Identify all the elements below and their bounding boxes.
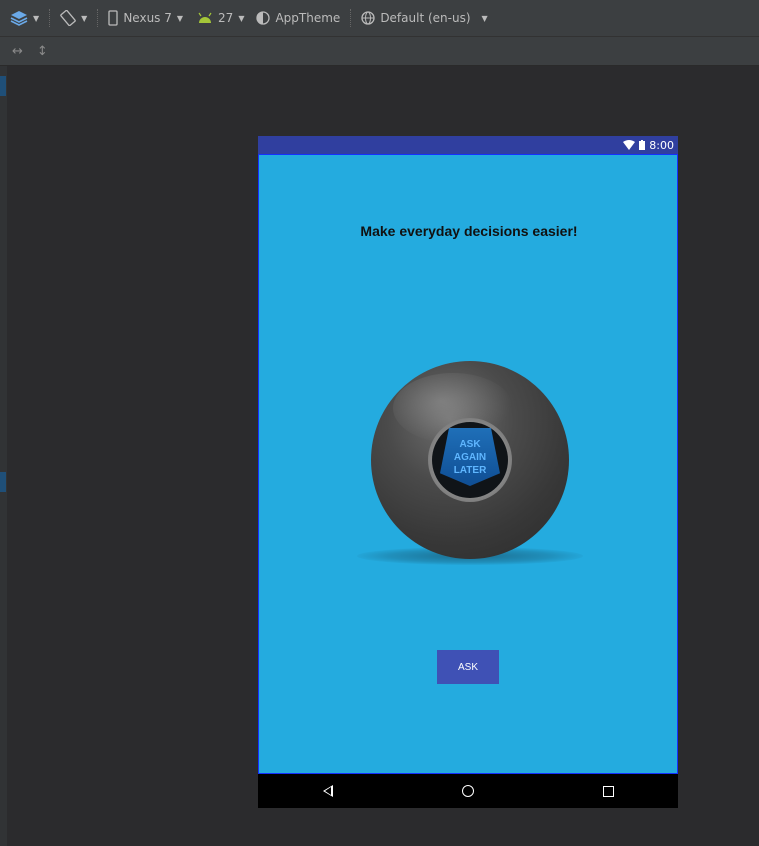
status-time: 8:00	[649, 138, 674, 152]
horizontal-resize-icon[interactable]: ↔	[12, 44, 23, 59]
left-marker	[0, 472, 6, 492]
answer-line: LATER	[453, 465, 487, 476]
designer-toolbar: ▼ ▼ Nexus 7 ▼ 27 ▼ AppTheme Default (en-…	[0, 0, 759, 37]
chevron-down-icon: ▼	[238, 13, 245, 23]
toolbar-divider	[350, 9, 352, 27]
layers-dropdown[interactable]: ▼	[0, 10, 43, 26]
wifi-icon	[623, 140, 636, 150]
rotate-device-icon	[60, 10, 76, 26]
device-preview: 8:00 Make everyday decisions easier! ASK…	[258, 136, 678, 808]
toolbar-divider	[97, 9, 99, 27]
resize-toolbar: ↔ ↕	[0, 37, 759, 66]
ask-button[interactable]: ASK	[437, 650, 499, 684]
battery-icon	[639, 140, 646, 150]
globe-icon	[361, 11, 375, 25]
ball-window-ring: ASK AGAIN LATER	[428, 418, 512, 502]
theme-label: AppTheme	[275, 11, 341, 25]
chevron-down-icon: ▼	[481, 13, 488, 23]
vertical-resize-icon[interactable]: ↕	[37, 44, 48, 59]
api-level-label: 27	[218, 11, 234, 25]
answer-line: ASK	[459, 439, 481, 450]
phone-icon	[108, 10, 118, 26]
recent-apps-icon[interactable]	[602, 785, 614, 797]
chevron-down-icon: ▼	[176, 13, 184, 23]
magic-8-ball-image: ASK AGAIN LATER	[371, 361, 569, 559]
toolbar-divider	[49, 9, 51, 27]
left-side-strip	[0, 66, 7, 846]
api-level-dropdown[interactable]: 27 ▼	[193, 11, 248, 25]
android-icon	[198, 12, 212, 23]
back-icon[interactable]	[322, 785, 333, 797]
chevron-down-icon: ▼	[33, 13, 40, 23]
status-bar: 8:00	[258, 136, 678, 154]
layers-icon	[10, 11, 28, 26]
answer-text: ASK AGAIN LATER	[432, 438, 508, 477]
locale-dropdown[interactable]: Default (en-us) ▼	[357, 11, 491, 25]
orientation-dropdown[interactable]: ▼	[56, 10, 91, 26]
theme-icon	[256, 11, 271, 25]
app-screen: Make everyday decisions easier! ASK AGAI…	[258, 154, 678, 774]
navigation-bar	[258, 774, 678, 808]
device-label: Nexus 7	[123, 11, 172, 25]
answer-line: AGAIN	[453, 452, 487, 463]
left-marker	[0, 76, 6, 96]
home-icon[interactable]	[461, 785, 474, 797]
chevron-down-icon: ▼	[81, 13, 88, 23]
theme-dropdown[interactable]: AppTheme	[252, 11, 344, 25]
locale-label: Default (en-us)	[380, 11, 471, 25]
headline-text: Make everyday decisions easier!	[360, 223, 578, 239]
ball-window: ASK AGAIN LATER	[432, 422, 508, 498]
device-dropdown[interactable]: Nexus 7 ▼	[104, 10, 187, 26]
